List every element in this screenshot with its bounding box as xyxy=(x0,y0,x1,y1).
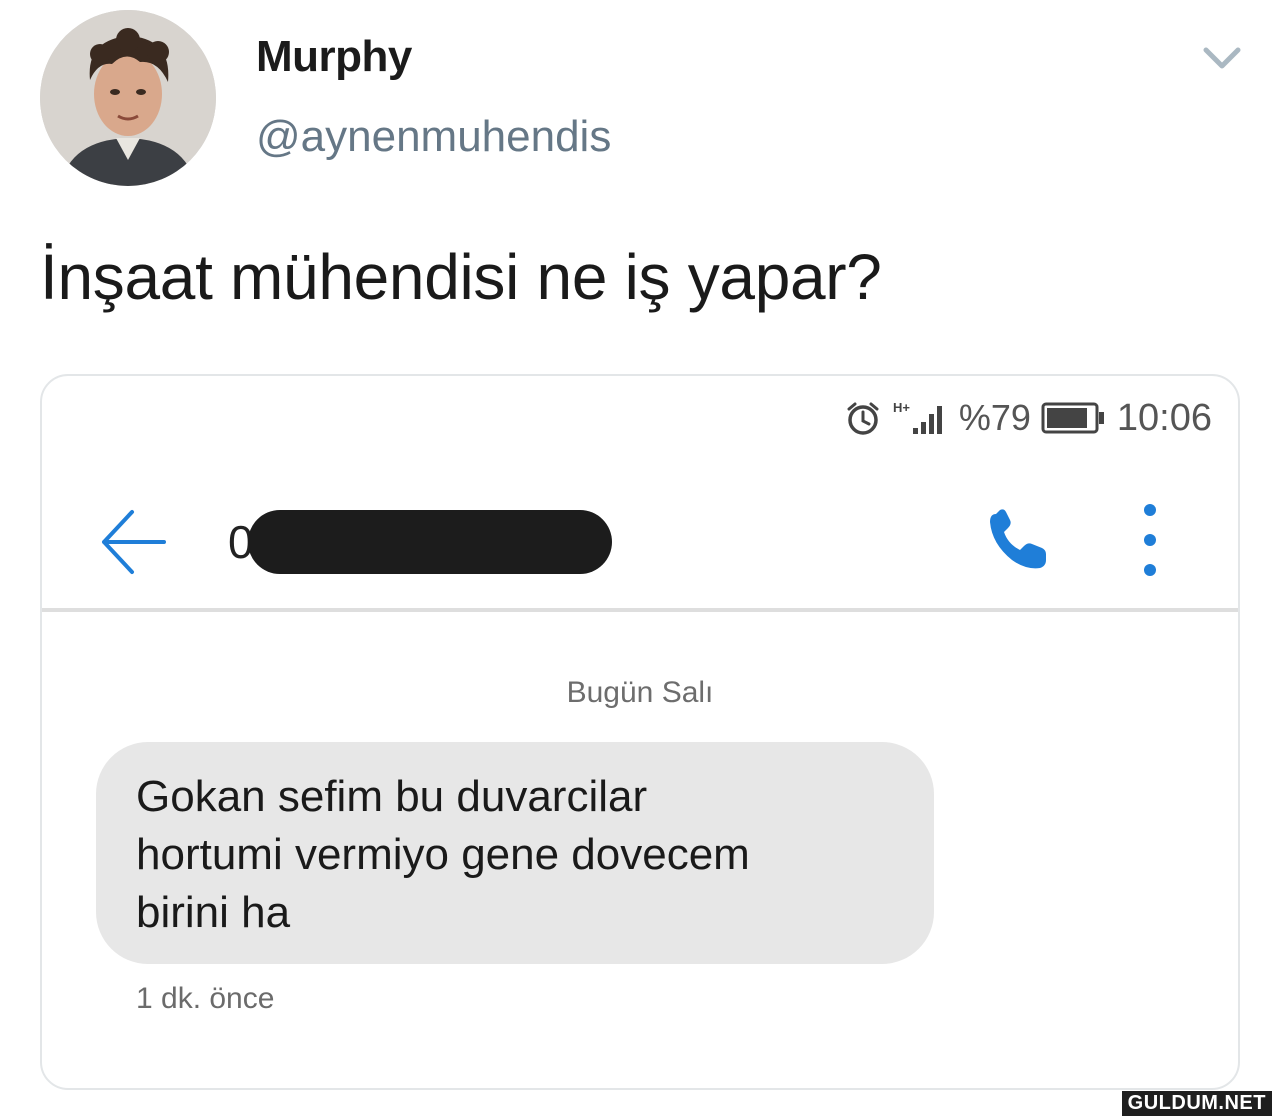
message-line: Gokan sefim bu duvarcilar xyxy=(136,772,648,821)
message-timestamp: 1 dk. önce xyxy=(136,982,275,1015)
user-photo-icon xyxy=(40,10,216,186)
avatar[interactable] xyxy=(40,10,216,186)
clock: 10:06 xyxy=(1116,396,1212,439)
network-label: H+ xyxy=(893,400,910,415)
alarm-icon xyxy=(847,402,879,435)
back-arrow-icon[interactable] xyxy=(98,504,168,580)
status-bar: H+ %79 10:06 xyxy=(845,392,1212,444)
contact-number: 0 xyxy=(228,508,612,576)
more-vert-icon[interactable] xyxy=(1128,496,1172,584)
message-line: birini ha xyxy=(136,888,291,937)
date-separator: Bugün Salı xyxy=(566,676,714,709)
battery-percent: %79 xyxy=(958,397,1031,438)
tweet-text: İnşaat mühendisi ne iş yapar? xyxy=(40,241,882,313)
conversation-header: 0 xyxy=(42,476,1238,608)
signal-bars-icon: H+ xyxy=(893,400,942,434)
header-divider xyxy=(42,608,1238,612)
message-line: hortumi vermiyo gene dovecem xyxy=(136,830,750,879)
user-handle[interactable]: @aynenmuhendis xyxy=(256,112,611,162)
display-name[interactable]: Murphy xyxy=(256,32,412,82)
message-bubble[interactable]: Gokan sefim bu duvarcilar hortumi vermiy… xyxy=(96,742,934,964)
chevron-down-icon[interactable] xyxy=(1200,40,1244,74)
attached-screenshot[interactable]: H+ %79 10:06 0 Bugün Salı Gokan sefim bu… xyxy=(40,374,1240,1090)
redaction-mark xyxy=(247,510,612,574)
battery-icon xyxy=(1041,402,1104,434)
phone-icon[interactable] xyxy=(982,504,1054,576)
watermark: GULDUM.NET xyxy=(1121,1091,1272,1116)
